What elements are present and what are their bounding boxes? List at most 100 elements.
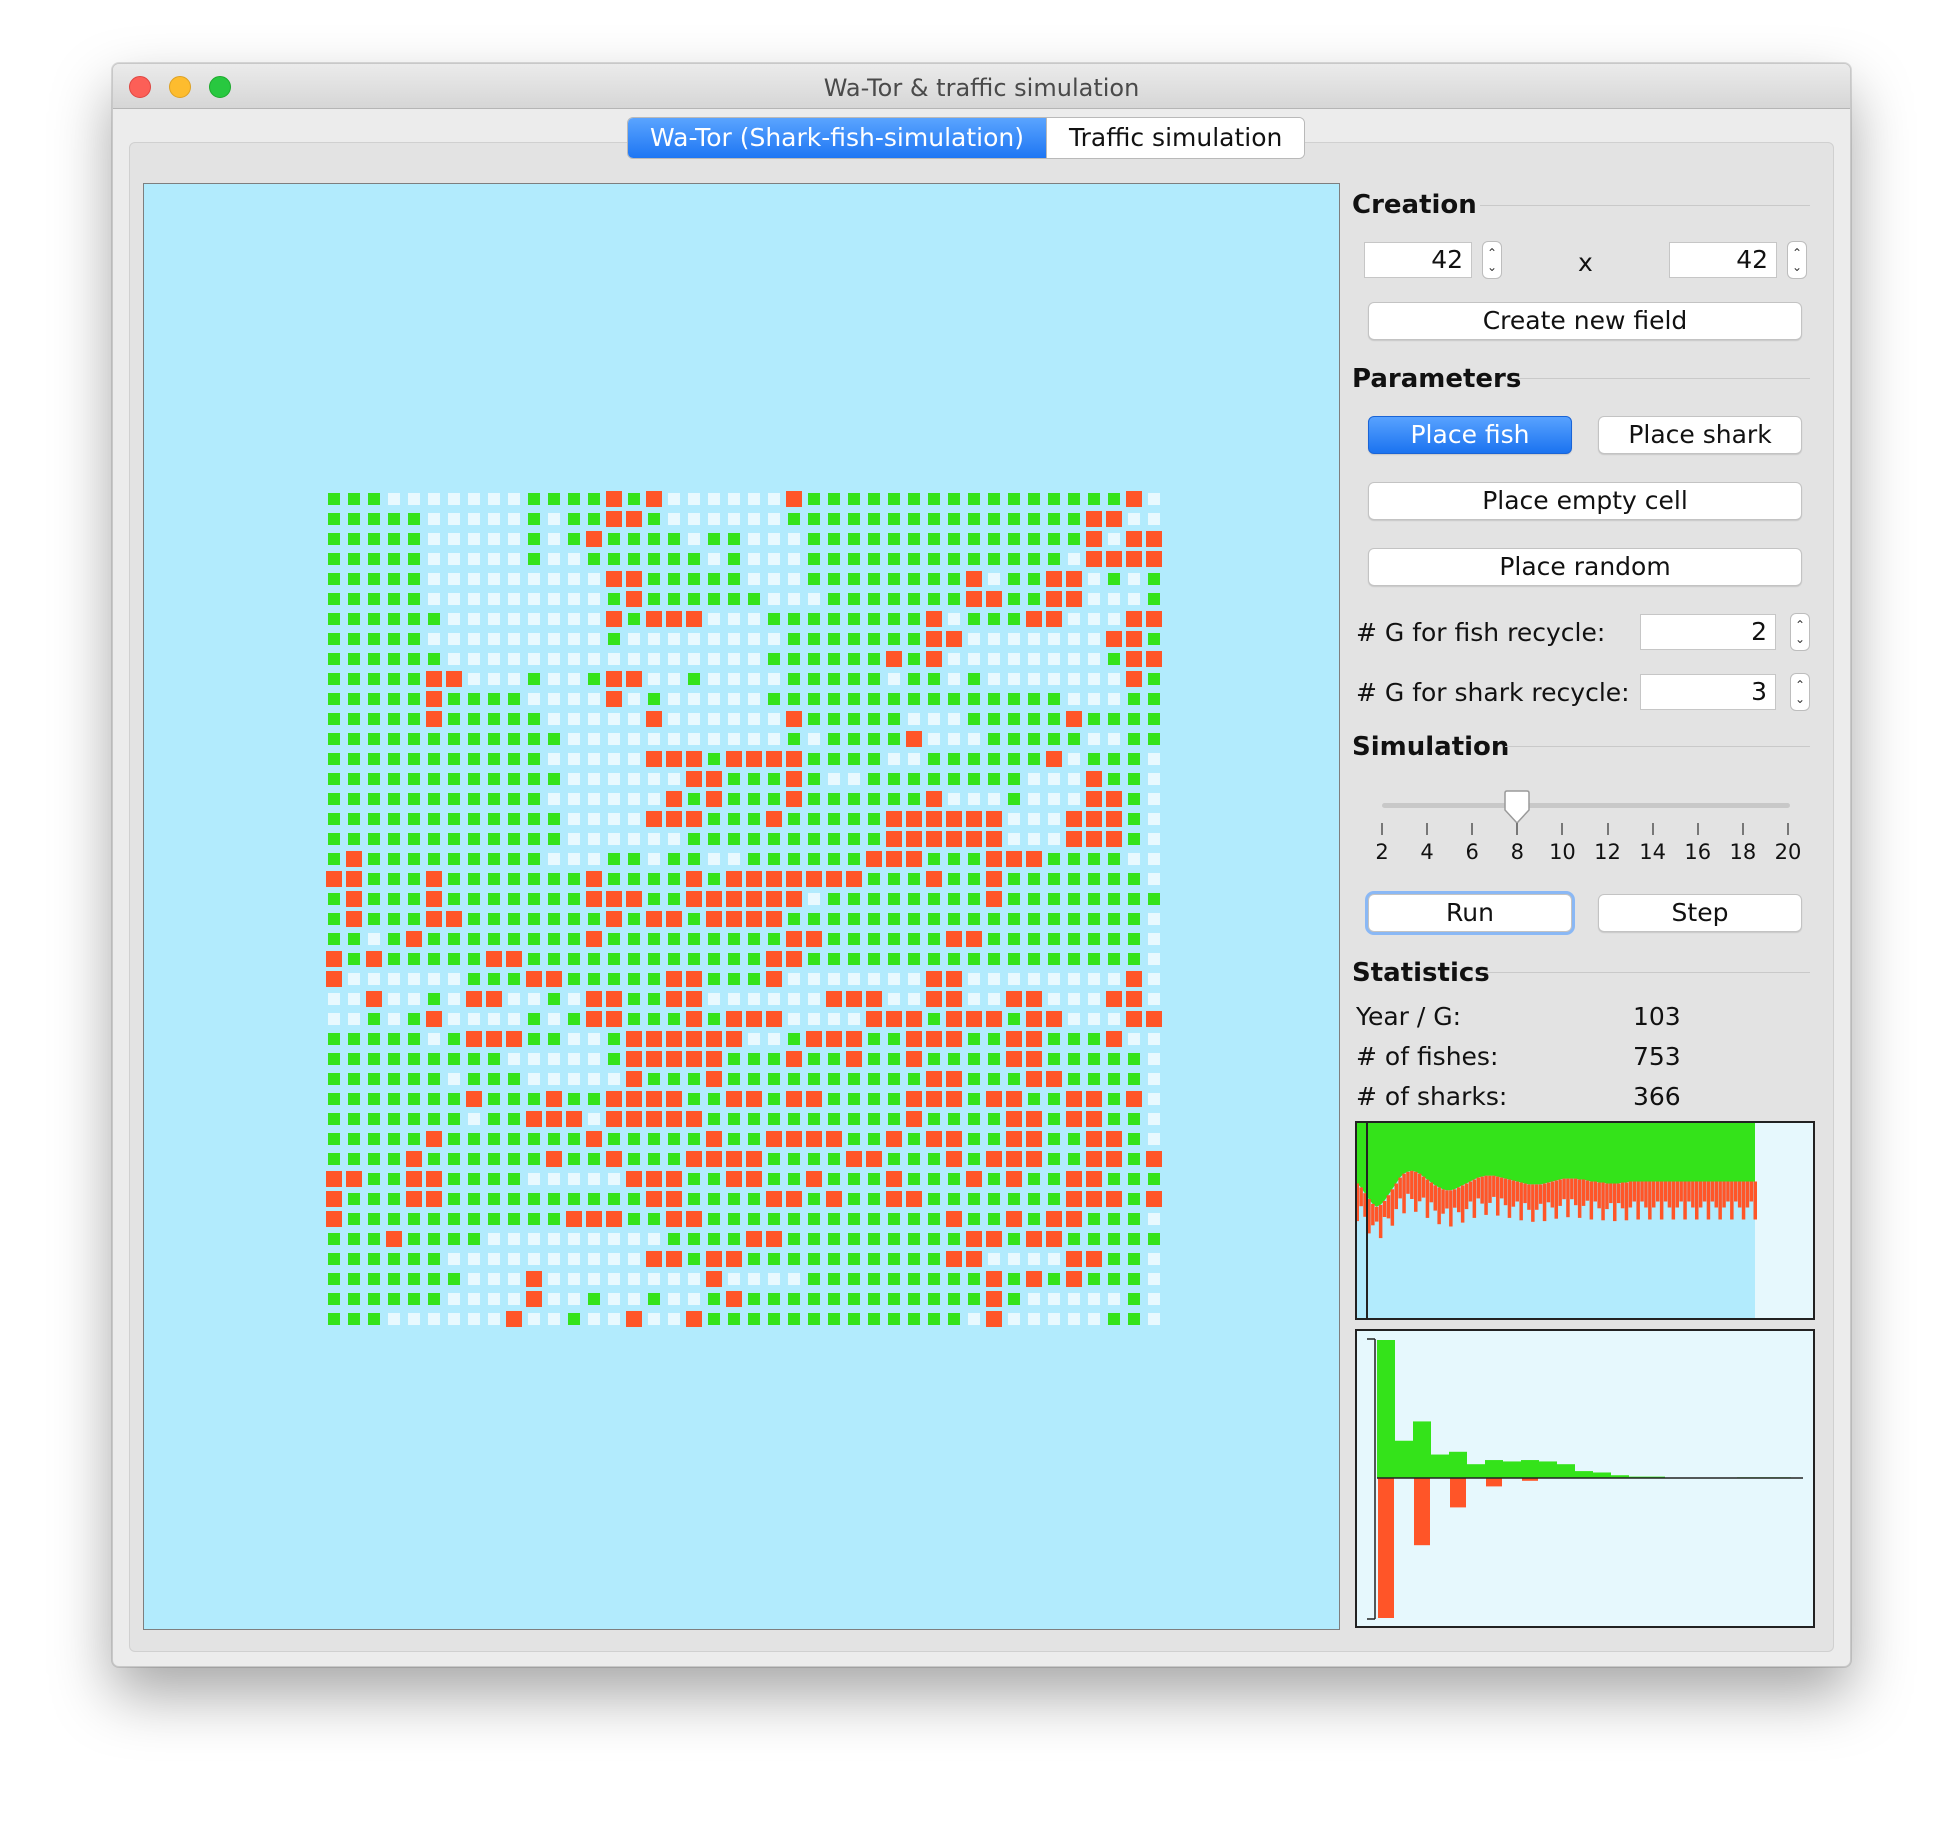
fish-cell[interactable] xyxy=(508,813,520,825)
fish-cell[interactable] xyxy=(508,1173,520,1185)
empty-cell[interactable] xyxy=(528,1313,540,1325)
shark-cell[interactable] xyxy=(1026,1051,1042,1067)
shark-cell[interactable] xyxy=(686,971,702,987)
fish-cell[interactable] xyxy=(1148,673,1160,685)
empty-cell[interactable] xyxy=(728,673,740,685)
empty-cell[interactable] xyxy=(488,1313,500,1325)
fish-cell[interactable] xyxy=(728,1313,740,1325)
fish-cell[interactable] xyxy=(408,573,420,585)
empty-cell[interactable] xyxy=(608,733,620,745)
fish-cell[interactable] xyxy=(488,853,500,865)
fish-cell[interactable] xyxy=(908,1273,920,1285)
fish-cell[interactable] xyxy=(368,1173,380,1185)
empty-cell[interactable] xyxy=(788,993,800,1005)
fish-cell[interactable] xyxy=(668,1153,680,1165)
fish-cell[interactable] xyxy=(448,833,460,845)
empty-cell[interactable] xyxy=(568,833,580,845)
fish-cell[interactable] xyxy=(448,893,460,905)
fish-cell[interactable] xyxy=(948,1233,960,1245)
fish-cell[interactable] xyxy=(868,813,880,825)
empty-cell[interactable] xyxy=(808,733,820,745)
fish-cell[interactable] xyxy=(388,1073,400,1085)
shark-cell[interactable] xyxy=(526,1271,542,1287)
fish-cell[interactable] xyxy=(1008,513,1020,525)
shark-cell[interactable] xyxy=(566,1111,582,1127)
fish-cell[interactable] xyxy=(528,953,540,965)
empty-cell[interactable] xyxy=(788,573,800,585)
fish-cell[interactable] xyxy=(768,1093,780,1105)
empty-cell[interactable] xyxy=(588,1113,600,1125)
empty-cell[interactable] xyxy=(548,1253,560,1265)
fish-cell[interactable] xyxy=(348,553,360,565)
fish-cell[interactable] xyxy=(908,933,920,945)
empty-cell[interactable] xyxy=(588,1273,600,1285)
fish-cell[interactable] xyxy=(528,553,540,565)
fish-cell[interactable] xyxy=(828,1173,840,1185)
empty-cell[interactable] xyxy=(948,613,960,625)
empty-cell[interactable] xyxy=(1068,993,1080,1005)
fish-cell[interactable] xyxy=(908,673,920,685)
fish-cell[interactable] xyxy=(808,753,820,765)
empty-cell[interactable] xyxy=(428,553,440,565)
shark-cell[interactable] xyxy=(986,811,1002,827)
fish-cell[interactable] xyxy=(548,493,560,505)
empty-cell[interactable] xyxy=(468,1313,480,1325)
fish-cell[interactable] xyxy=(1128,953,1140,965)
shark-cell[interactable] xyxy=(926,791,942,807)
fish-cell[interactable] xyxy=(448,1213,460,1225)
shark-cell[interactable] xyxy=(626,1311,642,1327)
fish-cell[interactable] xyxy=(668,573,680,585)
fish-cell[interactable] xyxy=(848,833,860,845)
fish-cell[interactable] xyxy=(1028,953,1040,965)
fish-cell[interactable] xyxy=(648,693,660,705)
fish-cell[interactable] xyxy=(848,913,860,925)
fish-cell[interactable] xyxy=(448,713,460,725)
fish-cell[interactable] xyxy=(888,893,900,905)
fish-cell[interactable] xyxy=(728,1213,740,1225)
shark-cell[interactable] xyxy=(1106,791,1122,807)
fish-cell[interactable] xyxy=(648,593,660,605)
fish-cell[interactable] xyxy=(368,1213,380,1225)
fish-cell[interactable] xyxy=(688,953,700,965)
shark-cell[interactable] xyxy=(806,1171,822,1187)
fish-cell[interactable] xyxy=(388,953,400,965)
fish-cell[interactable] xyxy=(848,1173,860,1185)
fish-cell[interactable] xyxy=(808,573,820,585)
fish-cell[interactable] xyxy=(1068,513,1080,525)
fish-cell[interactable] xyxy=(968,1033,980,1045)
empty-cell[interactable] xyxy=(708,513,720,525)
fish-cell[interactable] xyxy=(1028,753,1040,765)
fish-cell[interactable] xyxy=(1128,1053,1140,1065)
empty-cell[interactable] xyxy=(1088,573,1100,585)
fish-cell[interactable] xyxy=(508,833,520,845)
fish-cell[interactable] xyxy=(328,613,340,625)
fish-cell[interactable] xyxy=(408,713,420,725)
fish-cell[interactable] xyxy=(388,593,400,605)
shark-cell[interactable] xyxy=(726,911,742,927)
empty-cell[interactable] xyxy=(508,1273,520,1285)
fish-cell[interactable] xyxy=(408,753,420,765)
fish-cell[interactable] xyxy=(808,853,820,865)
empty-cell[interactable] xyxy=(1048,653,1060,665)
empty-cell[interactable] xyxy=(1048,813,1060,825)
fish-cell[interactable] xyxy=(748,773,760,785)
fish-cell[interactable] xyxy=(768,1293,780,1305)
fish-cell[interactable] xyxy=(568,873,580,885)
fish-cell[interactable] xyxy=(688,913,700,925)
shark-cell[interactable] xyxy=(526,971,542,987)
fish-cell[interactable] xyxy=(848,613,860,625)
fish-cell[interactable] xyxy=(868,513,880,525)
fish-cell[interactable] xyxy=(788,1173,800,1185)
fish-cell[interactable] xyxy=(648,1293,660,1305)
fish-cell[interactable] xyxy=(928,1213,940,1225)
fish-cell[interactable] xyxy=(928,853,940,865)
empty-cell[interactable] xyxy=(1148,1133,1160,1145)
field-width-stepper[interactable]: ⌃ ⌄ xyxy=(1482,241,1502,279)
shark-cell[interactable] xyxy=(506,1031,522,1047)
fish-cell[interactable] xyxy=(828,1273,840,1285)
empty-cell[interactable] xyxy=(528,1253,540,1265)
fish-cell[interactable] xyxy=(428,1233,440,1245)
empty-cell[interactable] xyxy=(808,1013,820,1025)
empty-cell[interactable] xyxy=(568,1253,580,1265)
fish-cell[interactable] xyxy=(928,1173,940,1185)
